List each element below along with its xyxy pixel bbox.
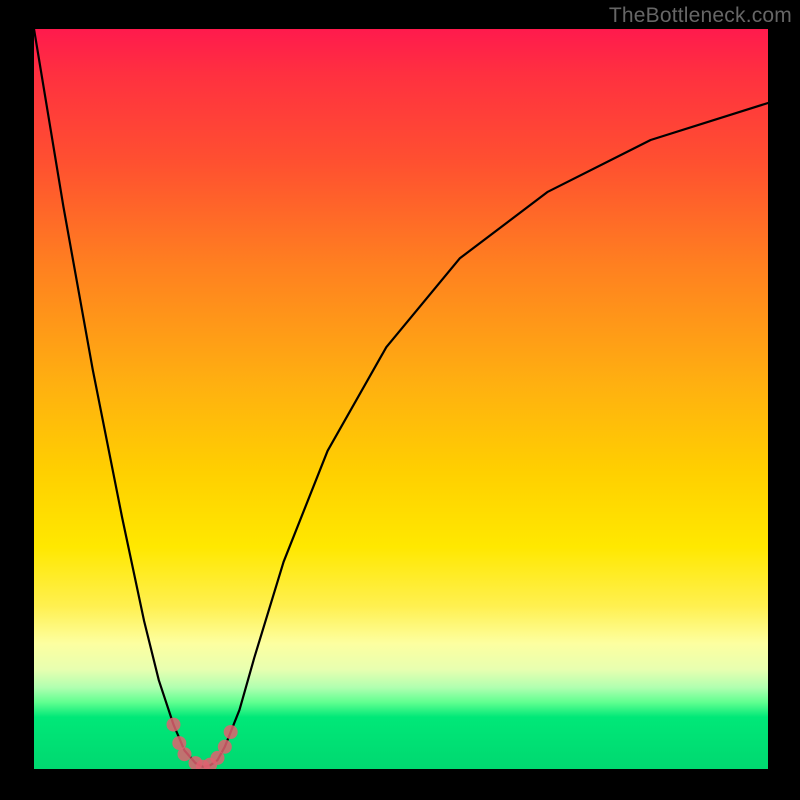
highlight-marker [218, 740, 232, 754]
curve-layer [34, 29, 768, 769]
plot-area [34, 29, 768, 769]
chart-frame: TheBottleneck.com [0, 0, 800, 800]
watermark-text: TheBottleneck.com [609, 4, 792, 28]
highlight-marker [224, 725, 238, 739]
highlight-marker [167, 718, 181, 732]
highlight-marker [178, 747, 192, 761]
bottleneck-curve [34, 29, 768, 767]
